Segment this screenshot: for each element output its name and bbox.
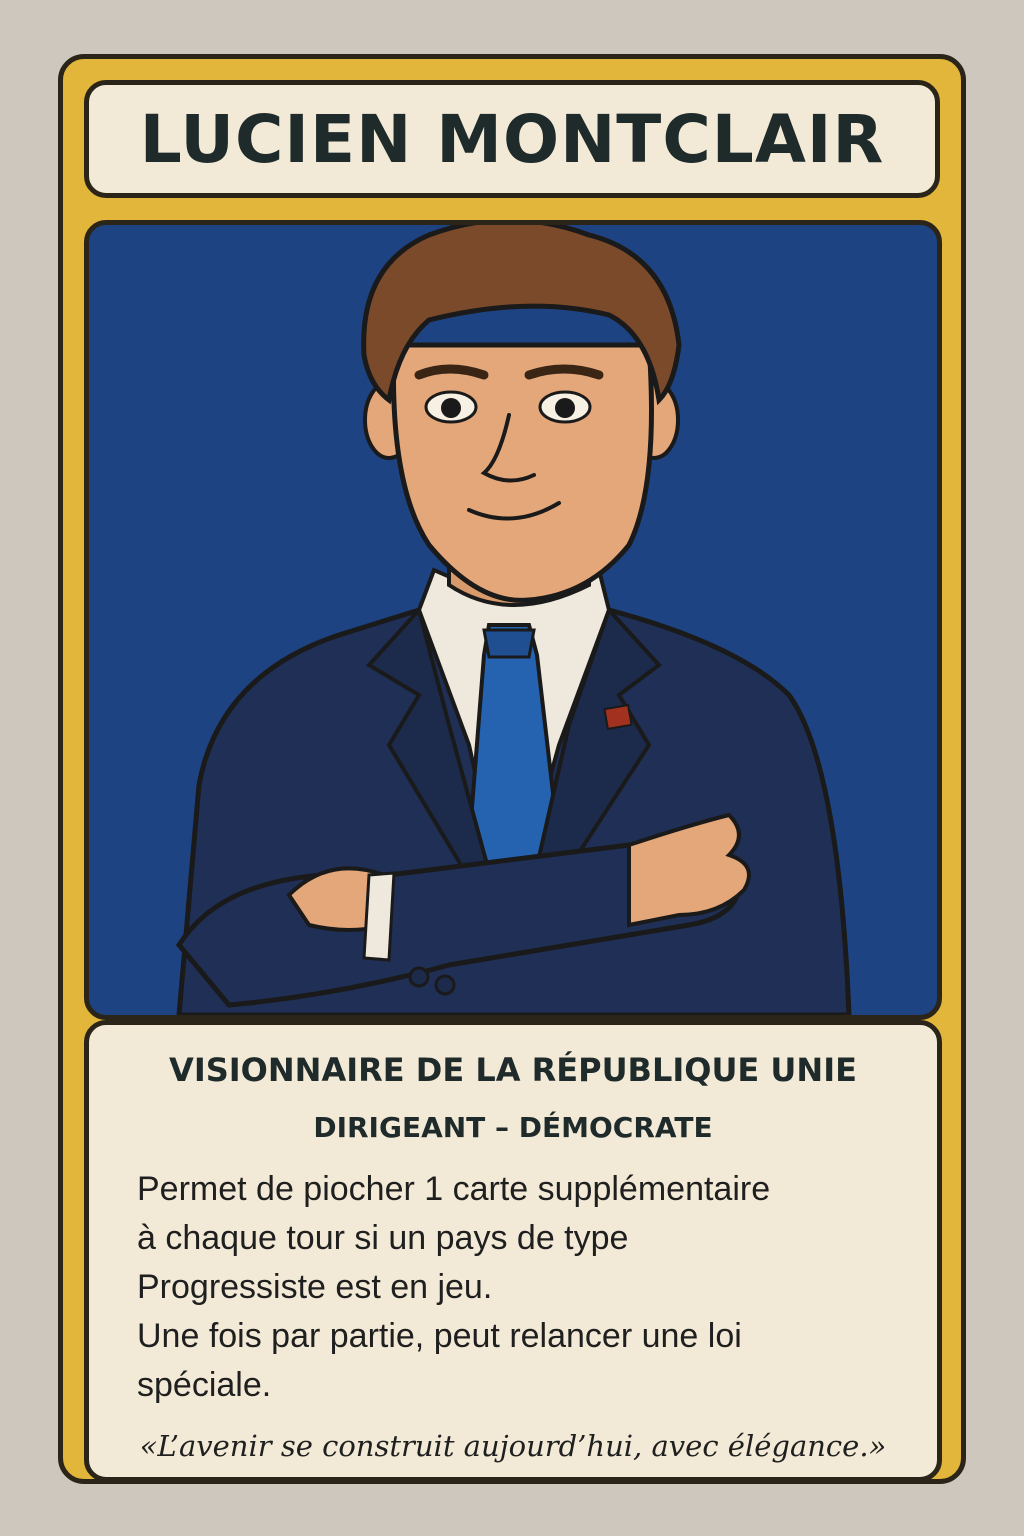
card-title-banner: LUCIEN MONTCLAIR	[84, 80, 940, 198]
card-flavor-quote: «L’avenir se construit aujourd’hui, avec…	[139, 1429, 887, 1463]
ability-line: Une fois par partie, peut relancer une l…	[137, 1317, 742, 1355]
politician-portrait-icon	[175, 225, 852, 1015]
ability-line: Permet de piocher 1 carte supplémentaire	[137, 1170, 771, 1208]
card-portrait	[84, 220, 942, 1020]
ability-line: spéciale.	[137, 1366, 272, 1404]
card-ability-text: Permet de piocher 1 carte supplémentaire…	[137, 1165, 907, 1410]
ability-line: à chaque tour si un pays de type	[137, 1219, 629, 1257]
ability-line: Progressiste est en jeu.	[137, 1268, 493, 1306]
card-subtitle: VISIONNAIRE DE LA RÉPUBLIQUE UNIE	[169, 1051, 857, 1089]
card-name: LUCIEN MONTCLAIR	[139, 100, 885, 178]
card-type-line: DIRIGEANT – DÉMOCRATE	[313, 1111, 713, 1144]
card-text-panel: VISIONNAIRE DE LA RÉPUBLIQUE UNIE DIRIGE…	[84, 1020, 942, 1482]
